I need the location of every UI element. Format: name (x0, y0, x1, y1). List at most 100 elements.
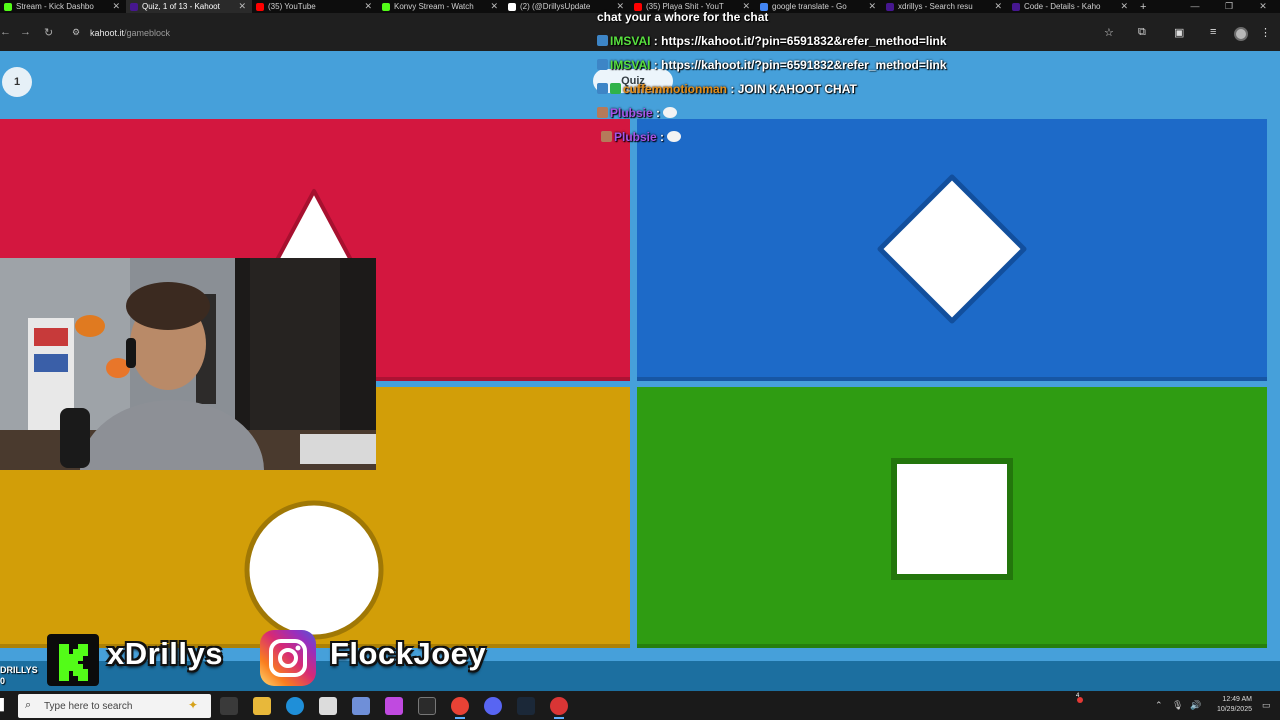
app-icon[interactable] (418, 697, 436, 715)
chat-text: : (656, 106, 661, 120)
chat-badge-icon (601, 131, 612, 142)
chat-emote-icon (663, 107, 678, 118)
search-placeholder: Type here to search (44, 701, 133, 712)
close-tab-icon[interactable]: ✕ (490, 0, 498, 13)
chat-message-top: chat your a whore for the chat (597, 10, 769, 24)
answer-diamond-blue[interactable] (637, 119, 1267, 381)
maximize-icon[interactable]: ❐ (1212, 0, 1246, 13)
chat-badge-icon (597, 59, 608, 70)
tab-label: (35) YouTube (268, 2, 316, 11)
chat-message: IMSVAI : https://kahoot.it/?pin=6591832&… (597, 58, 947, 72)
media-control-icon[interactable]: ≡ (1210, 26, 1216, 38)
minimize-icon[interactable]: — (1178, 0, 1212, 13)
window-controls: — ❐ ✕ (1178, 0, 1280, 13)
streamer-corner-label: DRILLYS 0 (0, 665, 38, 687)
bookmark-star-icon[interactable]: ☆ (1104, 26, 1114, 39)
kahoot-favicon-icon (130, 2, 138, 11)
close-window-icon[interactable]: ✕ (1246, 0, 1280, 13)
chat-text: : (660, 130, 665, 144)
close-tab-icon[interactable]: ✕ (364, 0, 372, 13)
app-icon[interactable] (352, 697, 370, 715)
chat-username: IMSVAI (610, 58, 651, 72)
notification-count: 4 (1076, 693, 1080, 699)
corner-label-line: 0 (0, 676, 6, 686)
search-icon: ⌕ (25, 699, 32, 711)
chat-badge-icon (597, 83, 608, 94)
url-host: kahoot.it (90, 28, 125, 38)
browser-tab[interactable]: Stream - Kick Dashbo ✕ (0, 0, 126, 13)
forward-icon[interactable]: → (20, 26, 31, 38)
browser-tab[interactable]: Konvy Stream - Watch ✕ (378, 0, 504, 13)
url-path: /gameblock (124, 28, 171, 38)
new-tab-button[interactable]: + (1140, 1, 1146, 13)
answer-square-green[interactable] (637, 387, 1267, 648)
back-icon[interactable]: ← (0, 26, 11, 38)
square-icon (890, 457, 1014, 581)
chat-badge-icon (610, 83, 621, 94)
kick-favicon-icon (4, 2, 12, 11)
chat-username: Plubsie (610, 106, 653, 120)
x-favicon-icon (508, 2, 516, 11)
clock-date: 10/29/2025 (1216, 706, 1252, 713)
instagram-handle: FlockJoey (330, 636, 487, 671)
edge-icon[interactable] (286, 697, 304, 715)
close-tab-icon[interactable]: ✕ (112, 0, 120, 13)
running-indicator (554, 717, 564, 719)
socials-overlay: xDrillys FlockJoey (0, 628, 520, 686)
site-settings-icon[interactable]: ⚙ (72, 27, 80, 38)
taskbar-search-box[interactable]: ⌕ Type here to search ✦ (18, 694, 211, 718)
diamond-icon (876, 173, 1028, 325)
taskbar-clock[interactable]: 12:49 AM 10/29/2025 (1196, 695, 1252, 715)
corner-label-line: DRILLYS (0, 665, 38, 675)
circle-icon (243, 499, 385, 641)
reload-icon[interactable]: ↻ (44, 26, 53, 39)
screen: Stream - Kick Dashbo ✕ Quiz, 1 of 13 - Ka… (0, 0, 1280, 720)
close-tab-icon[interactable]: ✕ (238, 0, 246, 13)
tab-search-icon[interactable]: ▣ (1174, 26, 1184, 39)
menu-icon[interactable]: ⋮ (1260, 26, 1271, 39)
kick-logo-icon (47, 634, 99, 686)
browser-tab-active[interactable]: Quiz, 1 of 13 - Kahoot ✕ (126, 0, 252, 13)
obs-icon[interactable] (550, 697, 568, 715)
extensions-icon[interactable]: ⧉ (1138, 26, 1146, 39)
tab-label: Quiz, 1 of 13 - Kahoot (142, 2, 220, 11)
chat-emote-icon (667, 131, 682, 142)
profile-avatar[interactable] (1234, 27, 1248, 41)
app-icon[interactable] (385, 697, 403, 715)
windows-start-icon[interactable]: ▌ (0, 699, 8, 711)
url-field[interactable]: kahoot.it/gameblock (90, 28, 170, 38)
file-explorer-icon[interactable] (253, 697, 271, 715)
webcam-feed-image (0, 258, 376, 470)
chat-text: : JOIN KAHOOT CHAT (730, 82, 857, 96)
chat-username: cuffemmotionman (623, 82, 728, 96)
chat-badge-icon (597, 107, 608, 118)
close-tab-icon[interactable]: ✕ (1120, 0, 1128, 13)
store-icon[interactable] (319, 697, 337, 715)
chat-message: cuffemmotionman : JOIN KAHOOT CHAT (597, 82, 857, 96)
chat-message: Plubsie : (601, 130, 682, 144)
copilot-sparkle-icon: ✦ (188, 698, 199, 712)
notification-center-icon[interactable]: ▭ (1262, 700, 1271, 711)
kick-favicon-icon (382, 2, 390, 11)
task-view-icon[interactable] (220, 697, 238, 715)
stream-chat-overlay: chat your a whore for the chat IMSVAI : … (597, 0, 1097, 150)
clock-time: 12:49 AM (1222, 696, 1252, 703)
browser-tab[interactable]: (35) YouTube ✕ (252, 0, 378, 13)
chat-message: Plubsie : (597, 106, 678, 120)
windows-taskbar: ▌ ⌕ Type here to search ✦ ⌃ 🎙 🔊 12:49 AM… (0, 692, 1280, 720)
discord-icon[interactable] (484, 697, 502, 715)
tab-label: Konvy Stream - Watch (394, 2, 474, 11)
question-number-badge: 1 (2, 67, 32, 97)
chat-username: IMSVAI (610, 34, 651, 48)
tray-chevron-icon[interactable]: ⌃ (1155, 700, 1163, 711)
steam-icon[interactable] (517, 697, 535, 715)
chat-username: Plubsie (614, 130, 657, 144)
running-indicator (455, 717, 465, 719)
chat-message: IMSVAI : https://kahoot.it/?pin=6591832&… (597, 34, 947, 48)
webcam-overlay (0, 258, 376, 470)
chat-text: : https://kahoot.it/?pin=6591832&refer_m… (653, 58, 947, 72)
chat-badge-icon (597, 35, 608, 46)
microphone-icon[interactable]: 🎙 (1172, 700, 1183, 711)
kick-handle: xDrillys (107, 636, 224, 671)
chrome-icon[interactable] (451, 697, 469, 715)
